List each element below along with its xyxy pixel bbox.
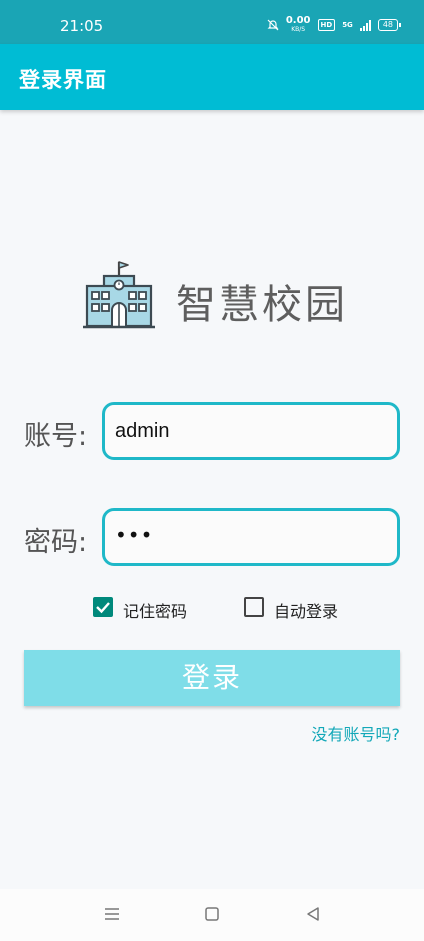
register-link[interactable]: 没有账号吗? xyxy=(312,721,401,745)
network-speed: 0.00 KB/S xyxy=(286,16,311,34)
app-bar: 登录界面 xyxy=(0,44,424,110)
account-input-field[interactable] xyxy=(105,405,397,457)
status-icons: 0.00 KB/S HD 5G 48 xyxy=(267,16,402,34)
net-speed-value: 0.00 xyxy=(285,15,311,26)
battery-icon: 48 xyxy=(377,19,402,31)
network-type: 5G xyxy=(342,21,353,29)
password-dots: ••• xyxy=(115,523,154,547)
remember-password-checkbox[interactable] xyxy=(93,597,113,617)
login-button[interactable]: 登录 xyxy=(24,650,400,706)
status-time: 21:05 xyxy=(60,17,104,35)
account-input[interactable] xyxy=(102,402,400,460)
status-bar: 21:05 0.00 KB/S HD 5G 48 xyxy=(0,0,424,44)
net-speed-unit: KB/S xyxy=(291,26,306,33)
hd-badge: HD xyxy=(317,19,336,31)
navigation-bar xyxy=(0,889,424,941)
password-input[interactable]: ••• xyxy=(102,508,400,566)
back-triangle-icon[interactable] xyxy=(305,906,321,922)
auto-login-checkbox[interactable] xyxy=(244,597,264,617)
auto-login-label[interactable]: 自动登录 xyxy=(274,598,338,622)
home-square-icon[interactable] xyxy=(204,906,220,922)
app-title: 登录界面 xyxy=(19,68,107,92)
school-building-icon xyxy=(83,261,155,329)
signal-icon xyxy=(359,19,371,31)
password-label: 密码: xyxy=(24,527,88,558)
account-label: 账号: xyxy=(24,421,88,452)
menu-icon[interactable] xyxy=(104,906,120,922)
check-icon xyxy=(96,602,110,614)
brand-title: 智慧校园 xyxy=(176,282,348,328)
bell-muted-icon xyxy=(267,19,279,31)
remember-password-label[interactable]: 记住密码 xyxy=(123,598,187,622)
